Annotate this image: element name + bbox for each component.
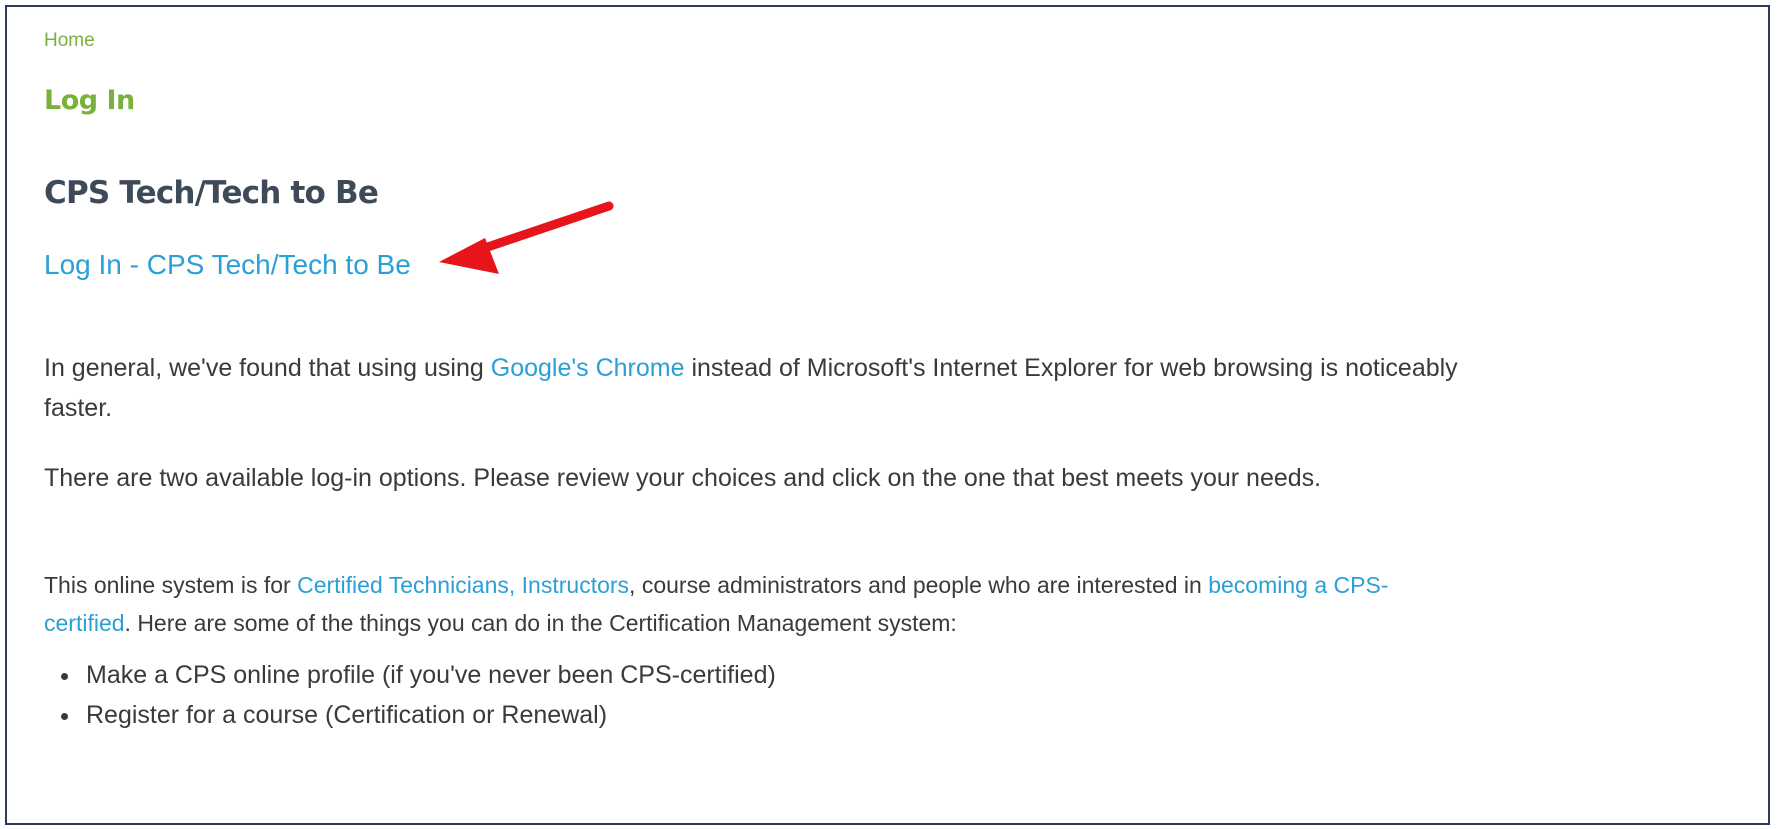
certified-technicians-link[interactable]: Certified Technicians,	[297, 572, 515, 598]
feature-list: Make a CPS online profile (if you've nev…	[44, 655, 776, 735]
page-title: Log In	[44, 85, 135, 116]
system-description-text: This online system is for Certified Tech…	[44, 572, 1389, 636]
list-item: Make a CPS online profile (if you've nev…	[82, 655, 776, 695]
breadcrumb-home-link[interactable]: Home	[44, 30, 95, 52]
red-arrow-annotation	[439, 201, 614, 274]
page-frame: Home Log In CPS Tech/Tech to Be Log In -…	[5, 5, 1770, 825]
list-item: Register for a course (Certification or …	[82, 695, 776, 735]
google-chrome-link[interactable]: Google's Chrome	[491, 354, 685, 382]
browser-recommendation-text: In general, we've found that using using…	[44, 354, 1458, 422]
login-options-text: There are two available log-in options. …	[44, 464, 1322, 492]
section-heading: CPS Tech/Tech to Be	[44, 175, 379, 211]
instructors-link[interactable]: Instructors	[522, 572, 629, 598]
login-cps-tech-link[interactable]: Log In - CPS Tech/Tech to Be	[44, 249, 411, 281]
